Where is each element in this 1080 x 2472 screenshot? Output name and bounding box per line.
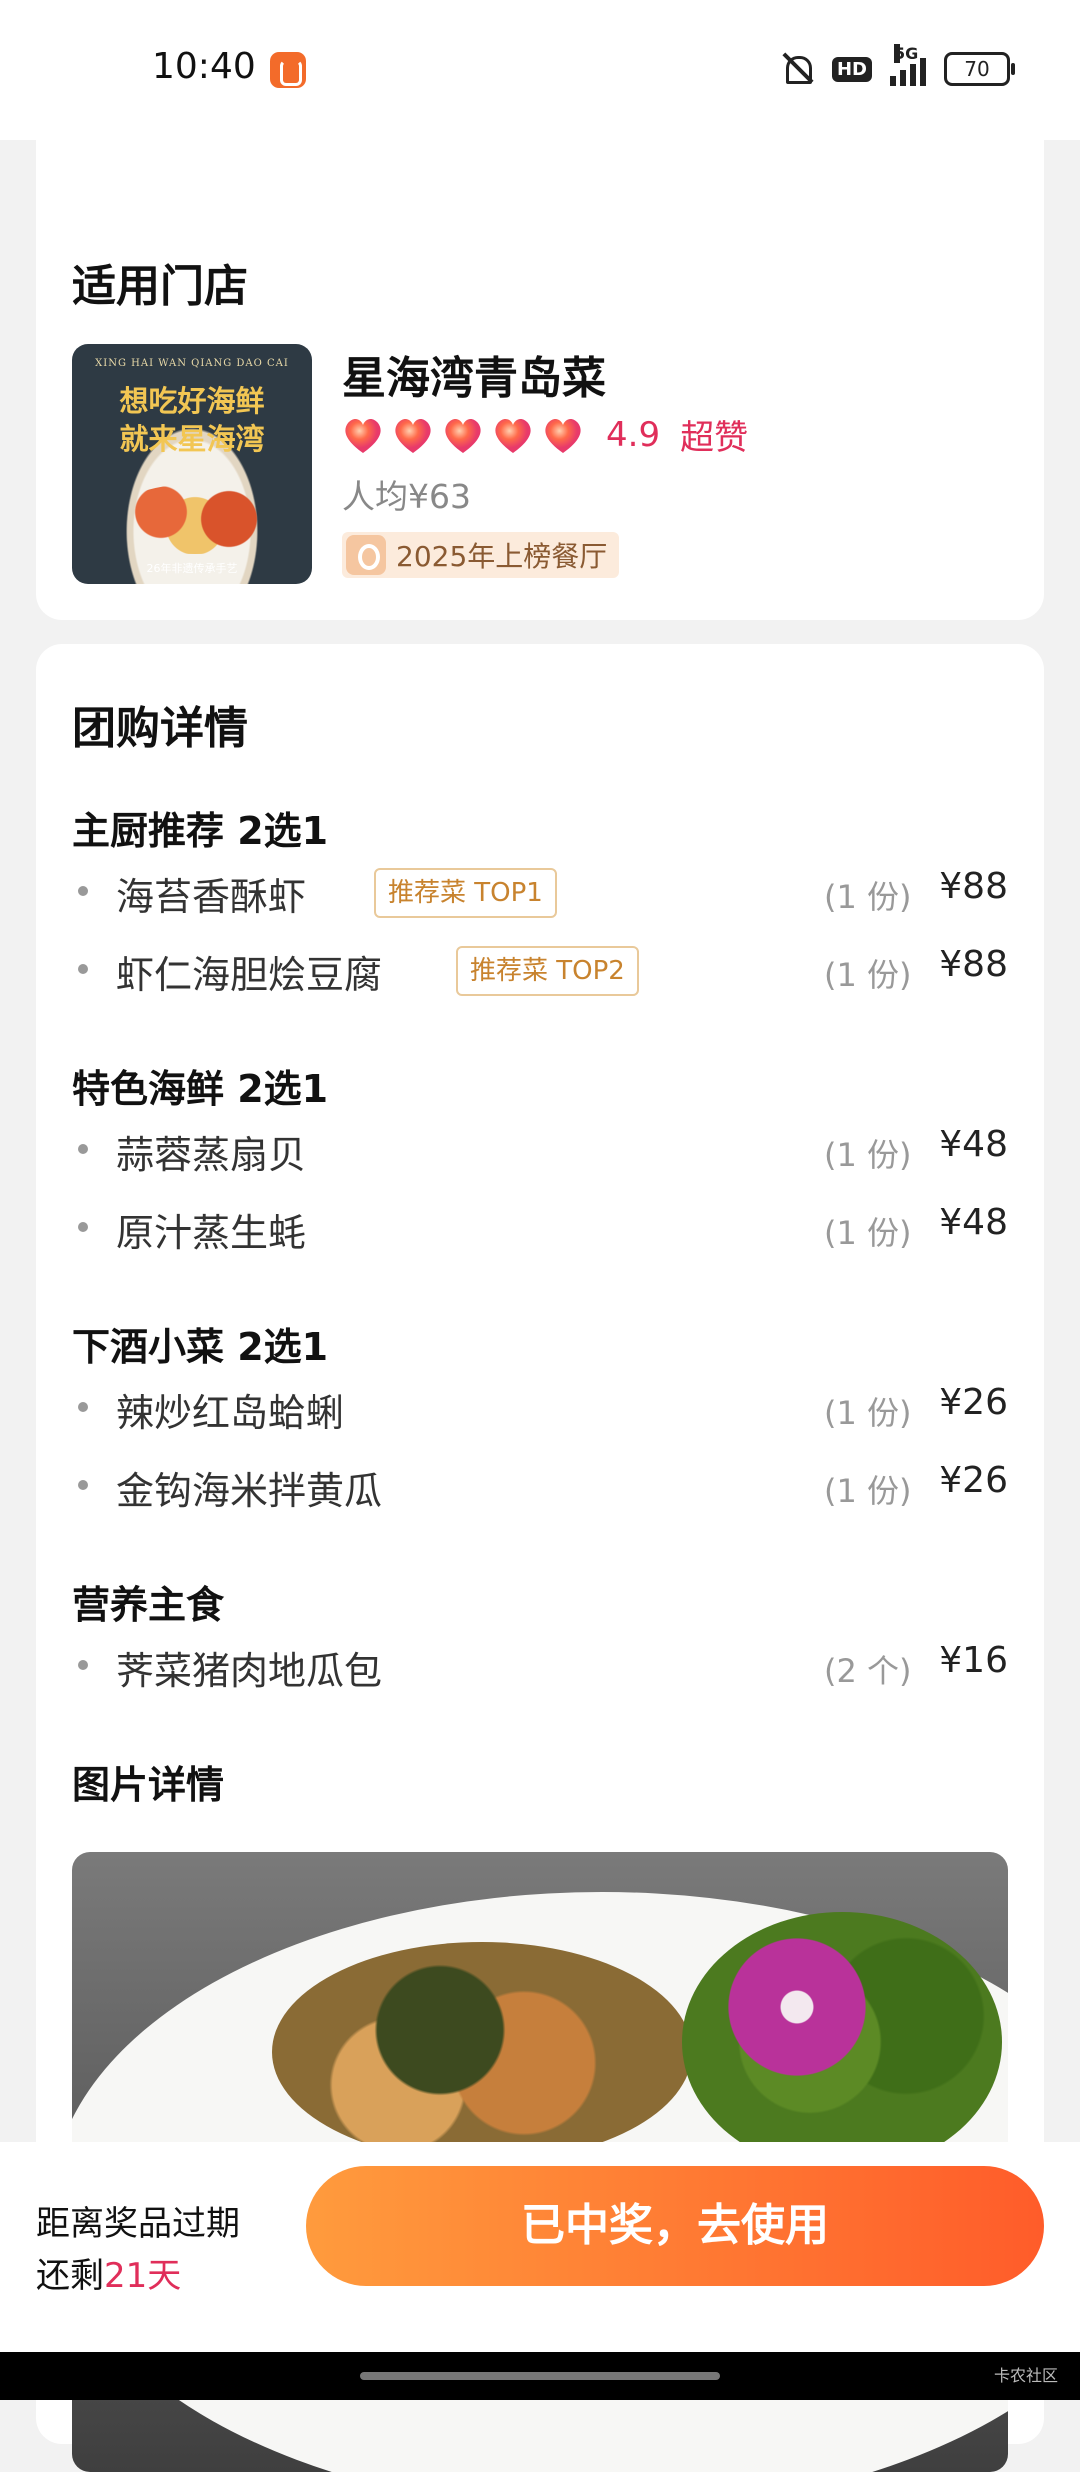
list-item[interactable]: 海苔香酥虾 推荐菜 TOP1 (1 份) ¥88 bbox=[72, 862, 1008, 922]
average-price: 人均¥63 bbox=[342, 477, 471, 516]
list-item[interactable]: 虾仁海胆烩豆腐 推荐菜 TOP2 (1 份) ¥88 bbox=[72, 940, 1008, 1000]
deal-section-title: 团购详情 bbox=[72, 703, 248, 754]
photo-shrimp bbox=[272, 1942, 692, 2162]
item-name: 海苔香酥虾 bbox=[116, 875, 307, 919]
item-qty: (1 份) bbox=[824, 1136, 912, 1174]
rating-score: 4.9 bbox=[606, 414, 661, 455]
item-qty: (1 份) bbox=[824, 1394, 912, 1432]
douyin-icon bbox=[346, 535, 386, 575]
store-image-dish bbox=[110, 484, 280, 554]
app-notification-icon bbox=[270, 52, 306, 88]
item-qty: (2 个) bbox=[824, 1652, 912, 1690]
store-image-headline-1: 想吃好海鲜 bbox=[119, 384, 265, 418]
list-item[interactable]: 荠菜猪肉地瓜包 (2 个) ¥16 bbox=[72, 1636, 1008, 1696]
heart-icon bbox=[395, 418, 431, 453]
expire-label: 距离奖品过期 bbox=[36, 2204, 240, 2244]
item-tag: 推荐菜 TOP1 bbox=[374, 868, 557, 918]
bullet bbox=[78, 1480, 88, 1490]
watermark: 卡农社区 bbox=[993, 2366, 1058, 2385]
list-item[interactable]: 原汁蒸生蚝 (1 份) ¥48 bbox=[72, 1198, 1008, 1258]
photo-section-title: 图片详情 bbox=[72, 1763, 225, 1807]
rank-badge[interactable]: 2025年上榜餐厅 bbox=[342, 532, 620, 578]
store-image[interactable]: XING HAI WAN QIANG DAO CAI 想吃好海鲜 就来星海湾 2… bbox=[72, 344, 312, 584]
status-bar: 10:40 HD 5G 70 bbox=[0, 0, 1080, 140]
rating-row: 4.9 超赞 bbox=[342, 410, 748, 459]
list-item[interactable]: 蒜蓉蒸扇贝 (1 份) ¥48 bbox=[72, 1120, 1008, 1180]
store-section-title: 适用门店 bbox=[72, 261, 248, 312]
store-name[interactable]: 星海湾青岛菜 bbox=[342, 342, 606, 406]
status-time: 10:40 bbox=[152, 46, 256, 87]
expire-days: 21天 bbox=[104, 2256, 182, 2296]
item-name: 蒜蓉蒸扇贝 bbox=[116, 1133, 307, 1177]
item-price: ¥26 bbox=[939, 1460, 1008, 1501]
mute-bell-icon bbox=[780, 52, 814, 86]
home-indicator[interactable] bbox=[360, 2372, 720, 2380]
item-price: ¥88 bbox=[939, 866, 1008, 907]
heart-icon bbox=[345, 418, 381, 453]
expire-remaining: 还剩21天 bbox=[36, 2248, 181, 2297]
store-image-small-text: XING HAI WAN QIANG DAO CAI bbox=[95, 358, 289, 369]
item-name: 荠菜猪肉地瓜包 bbox=[116, 1649, 383, 1693]
item-qty: (1 份) bbox=[824, 1214, 912, 1252]
rating-label: 超赞 bbox=[680, 418, 749, 458]
group-title: 营养主食 bbox=[72, 1583, 225, 1627]
item-qty: (1 份) bbox=[824, 1472, 912, 1510]
bullet bbox=[78, 1660, 88, 1670]
item-tag: 推荐菜 TOP2 bbox=[456, 946, 639, 996]
bullet bbox=[78, 1222, 88, 1232]
item-price: ¥48 bbox=[939, 1124, 1008, 1165]
bottom-action-bar: 距离奖品过期 还剩21天 已中奖，去使用 bbox=[0, 2142, 1080, 2352]
list-item[interactable]: 金钩海米拌黄瓜 (1 份) ¥26 bbox=[72, 1456, 1008, 1516]
signal-icon: 5G bbox=[890, 44, 926, 86]
item-price: ¥16 bbox=[939, 1640, 1008, 1681]
photo-orchid bbox=[712, 1932, 882, 2082]
bullet bbox=[78, 1144, 88, 1154]
item-price: ¥48 bbox=[939, 1202, 1008, 1243]
heart-icon bbox=[545, 418, 581, 453]
item-qty: (1 份) bbox=[824, 956, 912, 994]
rank-badge-text: 2025年上榜餐厅 bbox=[396, 540, 608, 573]
signal-label: 5G bbox=[894, 44, 919, 63]
group-title: 主厨推荐 2选1 bbox=[72, 809, 329, 853]
group-title: 特色海鲜 2选1 bbox=[72, 1067, 329, 1111]
bullet bbox=[78, 964, 88, 974]
store-image-headline-2: 就来星海湾 bbox=[119, 422, 265, 456]
use-prize-button[interactable]: 已中奖，去使用 bbox=[306, 2166, 1044, 2286]
system-nav-bar: 卡农社区 bbox=[0, 2352, 1080, 2400]
expire-prefix: 还剩 bbox=[36, 2256, 104, 2296]
hd-icon: HD bbox=[831, 56, 872, 82]
bullet bbox=[78, 1402, 88, 1412]
list-item[interactable]: 辣炒红岛蛤蜊 (1 份) ¥26 bbox=[72, 1378, 1008, 1438]
item-price: ¥26 bbox=[939, 1382, 1008, 1423]
item-name: 金钩海米拌黄瓜 bbox=[116, 1469, 383, 1513]
store-image-caption: 26年非遗传承手艺 bbox=[146, 562, 238, 575]
item-name: 原汁蒸生蚝 bbox=[116, 1211, 307, 1255]
item-price: ¥88 bbox=[939, 944, 1008, 985]
heart-icon bbox=[445, 418, 481, 453]
status-icons: HD 5G 70 bbox=[780, 44, 1015, 86]
item-name: 辣炒红岛蛤蜊 bbox=[116, 1391, 345, 1435]
heart-icon bbox=[495, 418, 531, 453]
battery-icon: 70 bbox=[944, 52, 1015, 86]
item-name: 虾仁海胆烩豆腐 bbox=[116, 953, 383, 997]
group-title: 下酒小菜 2选1 bbox=[72, 1325, 329, 1369]
bullet bbox=[78, 886, 88, 896]
item-qty: (1 份) bbox=[824, 878, 912, 916]
